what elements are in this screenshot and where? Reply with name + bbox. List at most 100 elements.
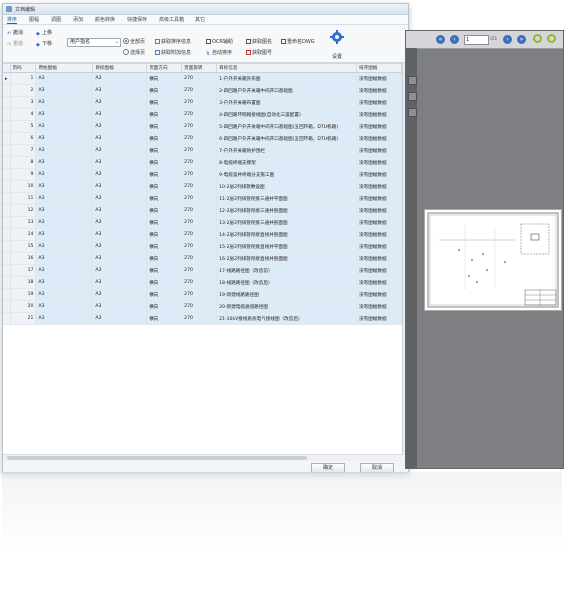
cell-info: 18-线路路径图（改造后） xyxy=(216,276,358,289)
header-orient[interactable]: 页面方向 xyxy=(146,64,183,73)
undo-button[interactable]: ↶ 撤消 xyxy=(7,29,23,37)
prev-page-button[interactable]: ‹ xyxy=(450,35,459,44)
table-row[interactable]: 8 A3 A3 横向 270 8-电缆终端支撑架 没有图幅数据 xyxy=(3,156,402,169)
cell-rotation: 270 xyxy=(181,264,218,277)
radio-selected-pages[interactable]: 选择页 xyxy=(123,49,145,56)
horizontal-scrollbar[interactable] xyxy=(3,454,402,461)
row-indicator xyxy=(3,84,11,97)
header-sort[interactable]: 排序图幅 xyxy=(356,64,402,73)
get-sort-info-button[interactable]: 获取排序信息 xyxy=(155,38,191,45)
table-row[interactable]: 6 A3 A3 横向 270 6-四回路户外开关箱中间开口基础图(五回环箱，DTU机箱) 没… xyxy=(3,132,402,145)
get-drawing-info-button[interactable]: 获取附加信息 xyxy=(155,49,191,56)
cell-info: 9-电缆竖井终端分支施工图 xyxy=(216,168,358,181)
get-drawing-no-button[interactable]: 获取图号 xyxy=(246,49,272,56)
table-row[interactable]: 2 A3 A3 横向 270 2-四回路户外开关箱中间开口基础图 没有图幅数据 xyxy=(3,84,402,97)
header-rotation[interactable]: 页面旋转 xyxy=(181,64,218,73)
menu-other[interactable]: 其它 xyxy=(195,16,205,23)
cell-orient: 横向 xyxy=(146,168,183,181)
cell-info: 11-2层2列排管衔接三通井平面图 xyxy=(216,192,358,205)
header-info[interactable]: 目标信息 xyxy=(216,64,358,73)
header-page[interactable]: 页码 xyxy=(10,64,37,73)
table-row[interactable]: 10 A3 A3 横向 270 10-2层2列排管敷设图 没有图幅数据 xyxy=(3,180,402,193)
cell-orig: A3 xyxy=(35,276,94,289)
first-page-button[interactable]: « xyxy=(436,35,445,44)
cell-page: 18 xyxy=(10,276,37,289)
cell-orient: 横向 xyxy=(146,156,183,169)
page-table: 页码 原始图幅 目标图幅 页面方向 页面旋转 目标信息 排序图幅 ▸ 1 A3 A3 横… xyxy=(3,63,402,456)
rename-dwg-button[interactable]: 重命名DWG xyxy=(281,38,315,45)
table-row[interactable]: 12 A3 A3 横向 270 12-2层2列排管衔接三通井剖面图 没有图幅数据 xyxy=(3,204,402,217)
layers-icon[interactable] xyxy=(408,108,417,117)
menu-size[interactable]: 图幅 xyxy=(29,16,39,23)
table-row[interactable]: 3 A3 A3 横向 270 3-户外开关箱布置图 没有图幅数据 xyxy=(3,96,402,109)
table-row[interactable]: 18 A3 A3 横向 270 18-线路路径图（改造后） 没有图幅数据 xyxy=(3,276,402,289)
menu-adjust[interactable]: 调图 xyxy=(51,16,61,23)
table-row[interactable]: 16 A3 A3 横向 270 16-2层2列排管衔接直线井剖面图 没有图幅数据 xyxy=(3,252,402,265)
table-row[interactable]: 14 A3 A3 横向 270 14-2层2列排管衔接直线井剖面图 没有图幅数据 xyxy=(3,228,402,241)
ocr-button[interactable]: OCR辅助 xyxy=(206,38,233,45)
page-number-input[interactable]: 1 xyxy=(464,35,489,45)
menu-sort[interactable]: 排序 xyxy=(7,16,18,24)
table-row[interactable]: 5 A3 A3 横向 270 5-四回路户外开关箱中间开口基础图(五回环箱，DTU机箱) 没… xyxy=(3,120,402,133)
cell-orig: A3 xyxy=(35,84,94,97)
header-orig[interactable]: 原始图幅 xyxy=(35,64,94,73)
rotate-right-icon[interactable] xyxy=(547,34,556,43)
scrollbar-thumb[interactable] xyxy=(7,456,307,460)
table-row[interactable]: 15 A3 A3 横向 270 15-2层2列排管衔接直线井平面图 没有图幅数据 xyxy=(3,240,402,253)
header-target[interactable]: 目标图幅 xyxy=(92,64,148,73)
cell-rotation: 270 xyxy=(181,84,218,97)
app-icon xyxy=(6,6,12,12)
cell-rotation: 270 xyxy=(181,276,218,289)
table-row[interactable]: 4 A3 A3 横向 270 4-四回路环网箱接线图(自动化三遥配置) 没有图幅数据 xyxy=(3,108,402,121)
cell-orient: 横向 xyxy=(146,96,183,109)
radio-all-pages[interactable]: 全部页 xyxy=(123,38,145,45)
next-page-button[interactable]: › xyxy=(503,35,512,44)
menu-quicksave[interactable]: 快捷保存 xyxy=(127,16,147,23)
menu-tools[interactable]: 高级工具箱 xyxy=(159,16,184,23)
undo-icon: ↶ xyxy=(7,31,12,37)
get-drawing-name-button[interactable]: 获取图名 xyxy=(246,38,272,45)
user-select[interactable]: 用户指名 ⌄ xyxy=(67,38,121,47)
menu-color[interactable]: 颜色转换 xyxy=(95,16,115,23)
auto-sort-button[interactable]: ⇅ 自动排序 xyxy=(206,49,232,57)
row-indicator xyxy=(3,288,11,301)
cell-orient: 横向 xyxy=(146,108,183,121)
rotate-left-icon[interactable] xyxy=(533,34,542,43)
table-row[interactable]: 7 A3 A3 横向 270 7-户外开关箱防护围栏 没有图幅数据 xyxy=(3,144,402,157)
cell-target: A3 xyxy=(92,180,148,193)
table-row[interactable]: 13 A3 A3 横向 270 13-2层2列排管衔接三通井剖面图 没有图幅数据 xyxy=(3,216,402,229)
table-row[interactable]: 21 A3 A3 横向 270 21-10kV接线系统电气接线图（改造后） 没有图幅数据 xyxy=(3,312,402,325)
move-down-button[interactable]: ◆ 下移 xyxy=(36,40,52,48)
table-row[interactable]: 11 A3 A3 横向 270 11-2层2列排管衔接三通井平面图 没有图幅数据 xyxy=(3,192,402,205)
window-reflection xyxy=(2,472,562,552)
cell-orig: A3 xyxy=(35,144,94,157)
cell-target: A3 xyxy=(92,168,148,181)
table-row[interactable]: 19 A3 A3 横向 270 19-新建线路路径图 没有图幅数据 xyxy=(3,288,402,301)
cell-rotation: 270 xyxy=(181,168,218,181)
table-row[interactable]: 9 A3 A3 横向 270 9-电缆竖井终端分支施工图 没有图幅数据 xyxy=(3,168,402,181)
redo-button[interactable]: ↷ 重做 xyxy=(7,40,23,48)
thumbnail-icon[interactable] xyxy=(408,92,417,101)
cell-orient: 横向 xyxy=(146,132,183,145)
cell-orig: A3 xyxy=(35,228,94,241)
window-title: 文档编辑 xyxy=(15,7,36,13)
row-indicator xyxy=(3,216,11,229)
move-up-button[interactable]: ◆ 上移 xyxy=(36,29,52,37)
cell-info: 19-新建线路路径图 xyxy=(216,288,358,301)
page-total: /21 xyxy=(490,37,498,42)
preview-toolbar: « ‹ 1 /21 › » xyxy=(406,31,563,49)
table-row[interactable]: ▸ 1 A3 A3 横向 270 1-户外开关箱外形图 没有图幅数据 xyxy=(3,72,402,85)
cell-orig: A3 xyxy=(35,312,94,325)
table-row[interactable]: 17 A3 A3 横向 270 17-线路路径图（改造前） 没有图幅数据 xyxy=(3,264,402,277)
last-page-button[interactable]: » xyxy=(517,35,526,44)
bookmark-icon[interactable] xyxy=(408,76,417,85)
menu-add[interactable]: 添加 xyxy=(73,16,83,23)
cell-page: 21 xyxy=(10,312,37,325)
row-indicator: ▸ xyxy=(3,72,11,85)
cell-orient: 横向 xyxy=(146,264,183,277)
settings-button[interactable] xyxy=(328,29,346,47)
row-indicator xyxy=(3,204,11,217)
table-row[interactable]: 20 A3 A3 横向 270 20-新建电缆通道路径图 没有图幅数据 xyxy=(3,300,402,313)
menu-bar: 排序 图幅 调图 添加 颜色转换 快捷保存 高级工具箱 其它 xyxy=(3,15,408,25)
cell-orig: A3 xyxy=(35,96,94,109)
